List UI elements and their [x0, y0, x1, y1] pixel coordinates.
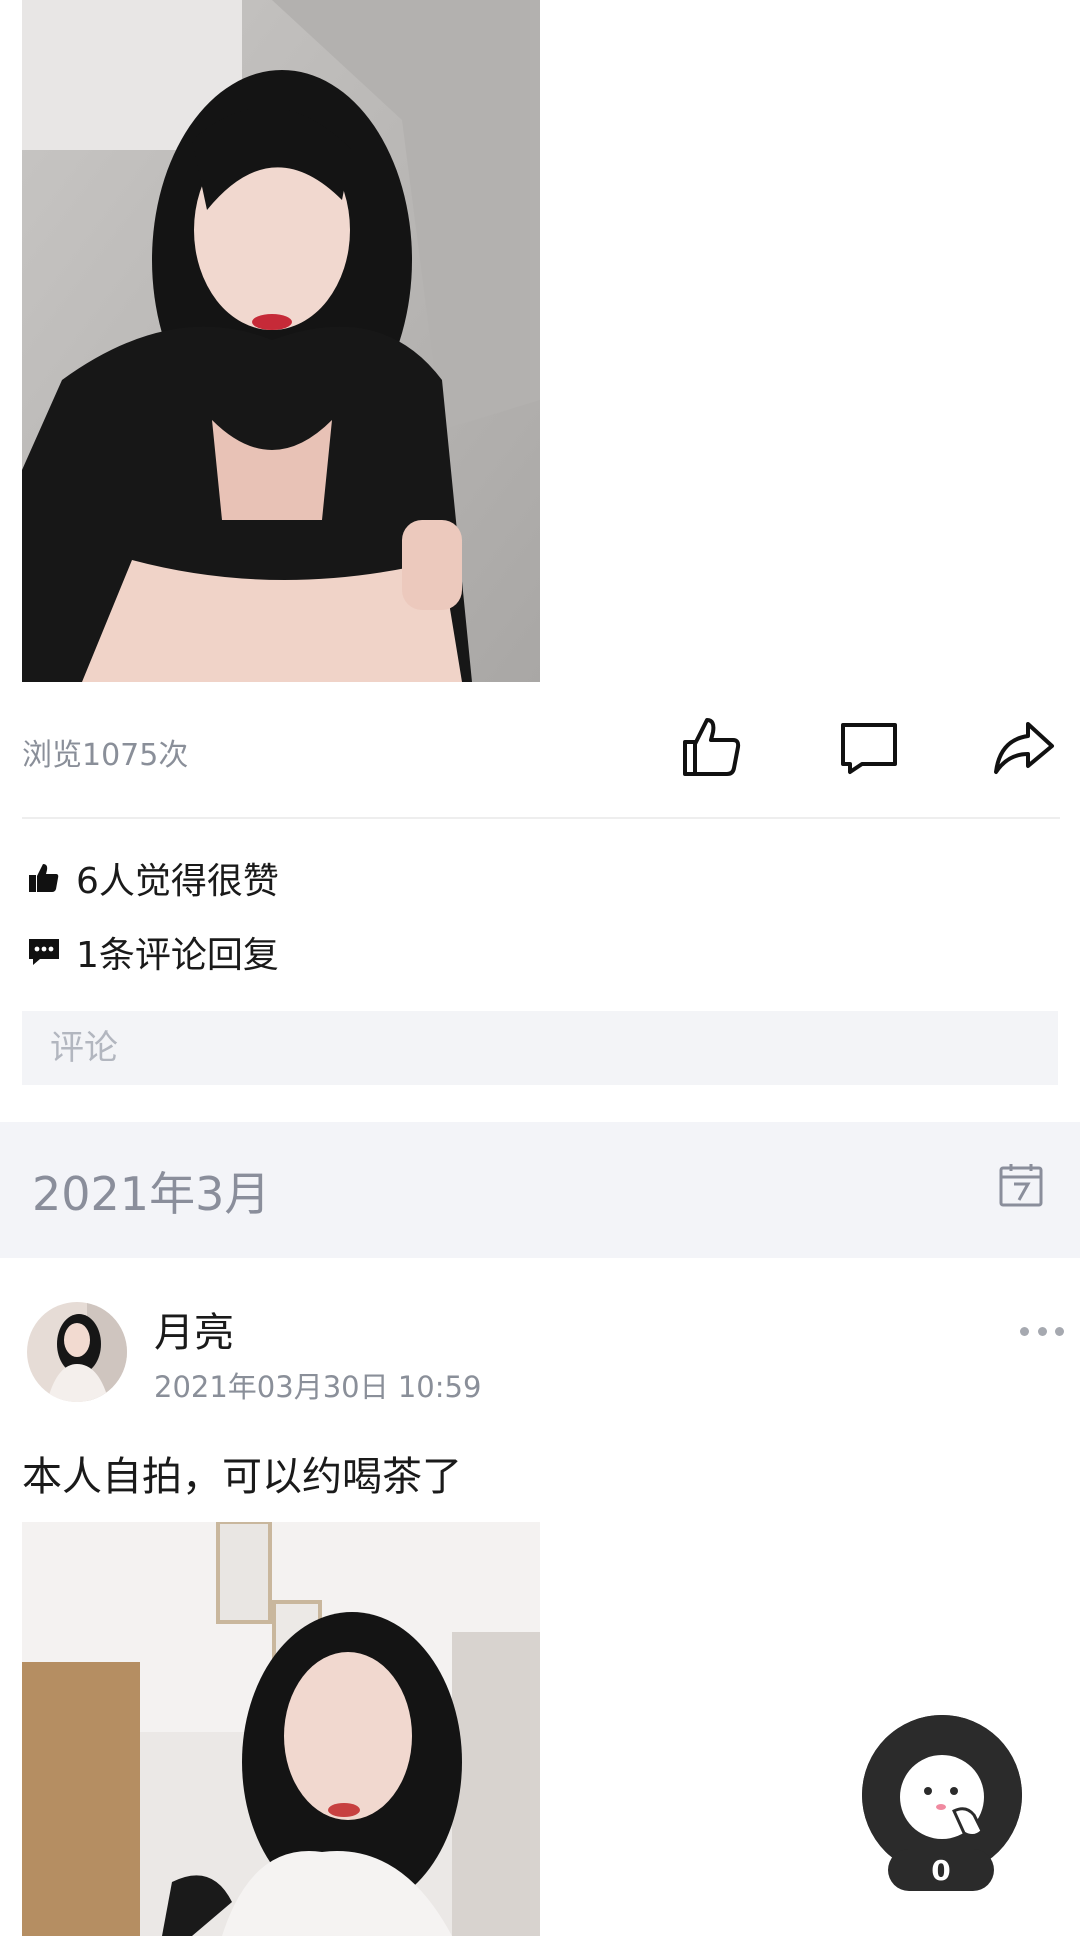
comment-input[interactable]: [22, 1011, 1058, 1085]
post-photo-second[interactable]: [22, 1522, 540, 1936]
calendar-icon[interactable]: [998, 1162, 1044, 1208]
avatar[interactable]: [27, 1302, 127, 1402]
thumbs-up-icon[interactable]: [679, 714, 745, 780]
username[interactable]: 月亮: [154, 1300, 234, 1358]
comment-bubble-icon[interactable]: [836, 714, 902, 780]
moments-feed: 浏览1075次 6人觉得很赞 1条评论回复 评论 2021年3月 月亮 2021…: [0, 0, 1080, 1936]
divider: [22, 817, 1060, 819]
post-timestamp: 2021年03月30日 10:59: [154, 1370, 482, 1404]
view-count: 浏览1075次: [22, 738, 189, 773]
share-arrow-icon[interactable]: [991, 714, 1057, 780]
thumbs-up-filled-icon: [26, 860, 62, 896]
comments-summary[interactable]: 1条评论回复: [26, 926, 279, 978]
more-dots-icon[interactable]: [1020, 1316, 1064, 1346]
likes-text: 6人觉得很赞: [76, 861, 279, 902]
comment-dots-icon: [26, 934, 62, 970]
notification-count-badge: 0: [888, 1849, 994, 1891]
likes-summary[interactable]: 6人觉得很赞: [26, 852, 279, 904]
month-label: 2021年3月: [32, 1167, 271, 1221]
comments-text: 1条评论回复: [76, 935, 279, 976]
post-content: 本人自拍，可以约喝茶了: [22, 1454, 462, 1500]
post-photo-top[interactable]: [22, 0, 540, 682]
